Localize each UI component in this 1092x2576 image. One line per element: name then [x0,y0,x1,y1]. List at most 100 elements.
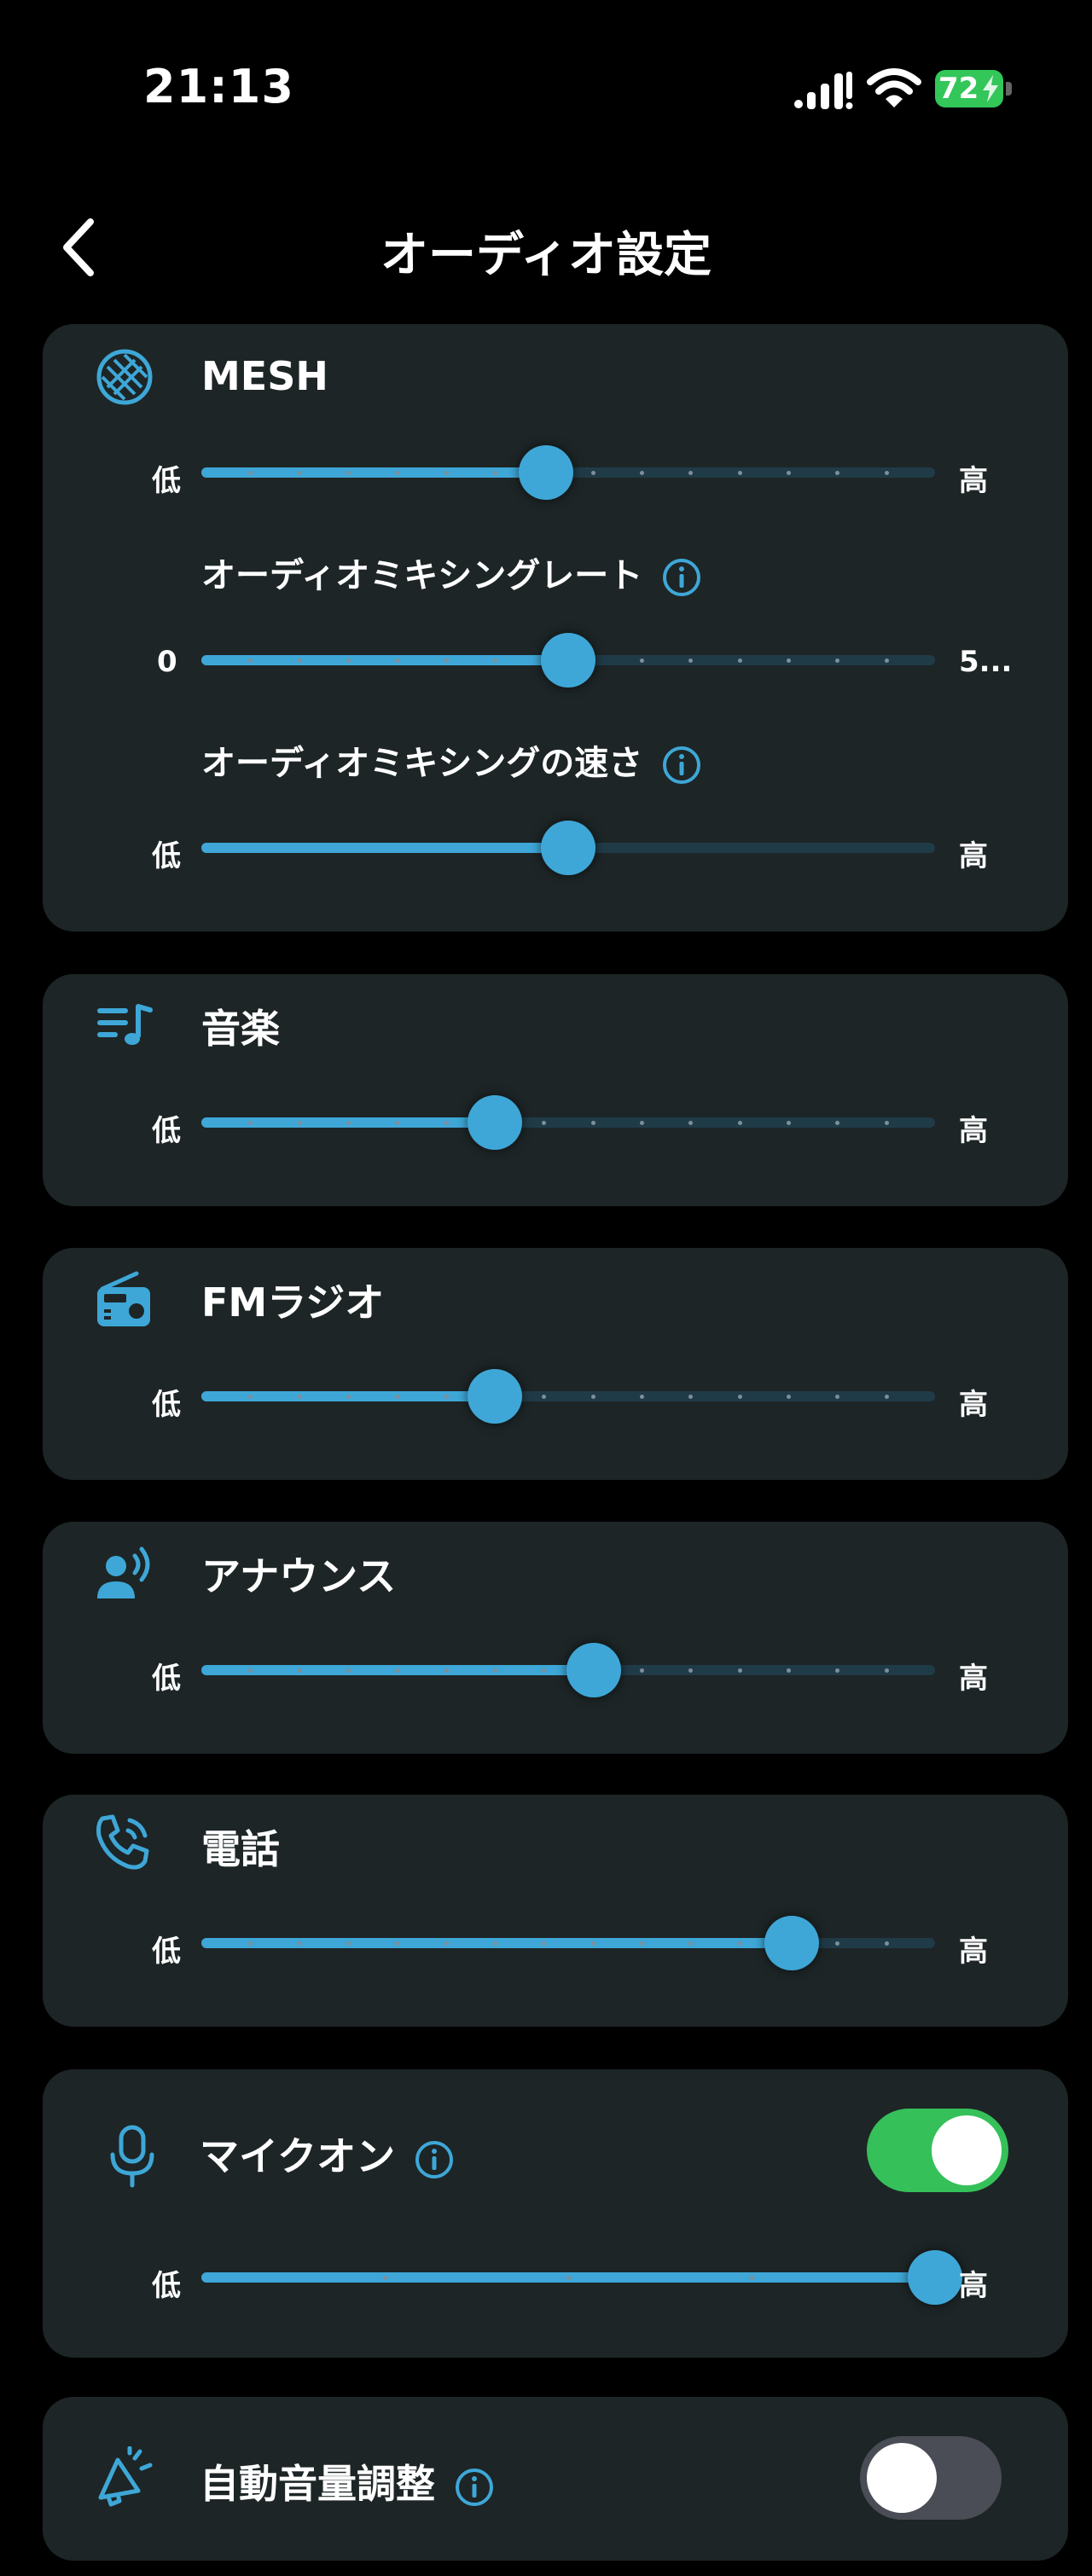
mixing-speed-text: オーディオミキシングの速さ [201,744,643,783]
slider-tick [444,1941,449,1946]
slider-tick [640,1121,644,1125]
phone-ringing-icon [96,1814,149,1870]
mixing-speed-label: オーディオミキシングの速さ [201,735,702,786]
slider-tick [737,1395,742,1399]
slider-fill [201,655,568,665]
announce-min-label: 低 [152,1662,181,1696]
music-min-label: 低 [152,1114,181,1148]
mic-max-label: 高 [959,2269,988,2303]
mesh-card: MESH 低 高 オーディオミキシングレート 0 5... オーディオミキシング… [43,324,1068,931]
mic-min-label: 低 [152,2269,181,2303]
nav-bar: オーディオ設定 [0,196,1092,299]
slider-tick [346,1668,351,1673]
wifi-icon [867,68,921,107]
slider-knob[interactable] [908,2250,962,2305]
info-icon[interactable] [414,2139,455,2180]
slider-tick [737,1121,742,1125]
slider-tick [590,1941,595,1946]
speaker-person-icon [97,1546,150,1598]
slider-tick [590,471,595,475]
slider-tick [640,1395,644,1399]
mic-label-text: マイクオン [200,2133,396,2179]
slider-tick [737,1941,742,1946]
page-title: オーディオ設定 [380,228,712,283]
slider-tick [444,1395,449,1399]
slider-tick [444,1121,449,1125]
slider-tick [884,1395,889,1399]
phone-label: 電話 [201,1826,280,1872]
slider-knob[interactable] [519,445,574,500]
slider-tick [346,1121,351,1125]
radio-icon [97,1271,150,1326]
slider-fill [201,843,568,853]
slider-tick [787,1121,791,1125]
charging-bolt-icon [983,75,998,102]
slider-tick [346,659,351,663]
slider-tick [297,1941,302,1946]
mesh-volume-slider[interactable] [201,445,935,500]
slider-tick [884,1121,889,1125]
auto-volume-label-text: 自動音量調整 [200,2461,435,2507]
phone-slider[interactable] [201,1916,935,1970]
slider-tick [750,2276,754,2280]
slider-knob[interactable] [764,1916,820,1970]
battery-level: 72 [938,72,979,106]
slider-tick [297,1668,302,1673]
mesh-volume-min-label: 低 [152,464,181,498]
slider-knob[interactable] [566,1643,622,1697]
info-icon[interactable] [661,745,702,786]
announce-max-label: 高 [959,1662,988,1696]
slider-tick [346,1395,351,1399]
auto-volume-card: 自動音量調整 [43,2397,1068,2561]
megaphone-icon [98,2446,153,2507]
slider-tick [493,471,497,475]
slider-knob[interactable] [468,1095,522,1150]
slider-tick [346,1941,351,1946]
fm-slider[interactable] [201,1369,935,1424]
phone-min-label: 低 [152,1935,181,1969]
mixing-rate-min-label: 0 [157,645,177,679]
mic-slider[interactable] [201,2250,962,2305]
slider-tick [297,471,302,475]
fm-max-label: 高 [959,1388,988,1422]
announce-card: アナウンス 低 高 [43,1522,1068,1754]
slider-tick [590,1395,595,1399]
announce-slider[interactable] [201,1643,935,1697]
slider-tick [787,1395,791,1399]
fm-radio-card: FMラジオ 低 高 [43,1248,1068,1480]
microphone-icon [110,2125,154,2188]
music-card: 音楽 低 高 [43,974,1068,1206]
music-slider[interactable] [201,1095,935,1150]
battery-indicator: 72 [935,70,1014,107]
slider-tick [787,659,791,663]
slider-tick [493,1668,497,1673]
slider-tick [884,659,889,663]
chevron-left-icon[interactable] [56,213,99,281]
slider-tick [383,2276,387,2280]
battery-tip [1006,82,1012,96]
mixing-speed-min-label: 低 [152,839,181,873]
slider-knob[interactable] [541,821,595,875]
auto-volume-toggle[interactable] [860,2436,1002,2520]
info-icon[interactable] [661,557,702,598]
mixing-rate-max-label: 5... [959,645,1013,679]
auto-volume-label: 自動音量調整 [200,2453,495,2509]
fm-radio-label: FMラジオ [201,1279,385,1326]
mixing-rate-slider[interactable] [201,633,935,688]
slider-tick [884,471,889,475]
slider-knob[interactable] [468,1369,522,1424]
slider-tick [566,2276,571,2280]
mic-toggle[interactable] [867,2109,1008,2192]
slider-tick [297,1395,302,1399]
slider-tick [493,1941,497,1946]
slider-tick [884,1941,889,1946]
slider-tick [640,471,644,475]
status-time: 21:13 [143,60,294,113]
slider-knob[interactable] [541,633,595,688]
slider-tick [297,659,302,663]
slider-tick [493,659,497,663]
mixing-speed-slider[interactable] [201,821,935,875]
auto-volume-toggle-knob [867,2443,937,2513]
slider-tick [884,1668,889,1673]
info-icon[interactable] [454,2467,495,2508]
